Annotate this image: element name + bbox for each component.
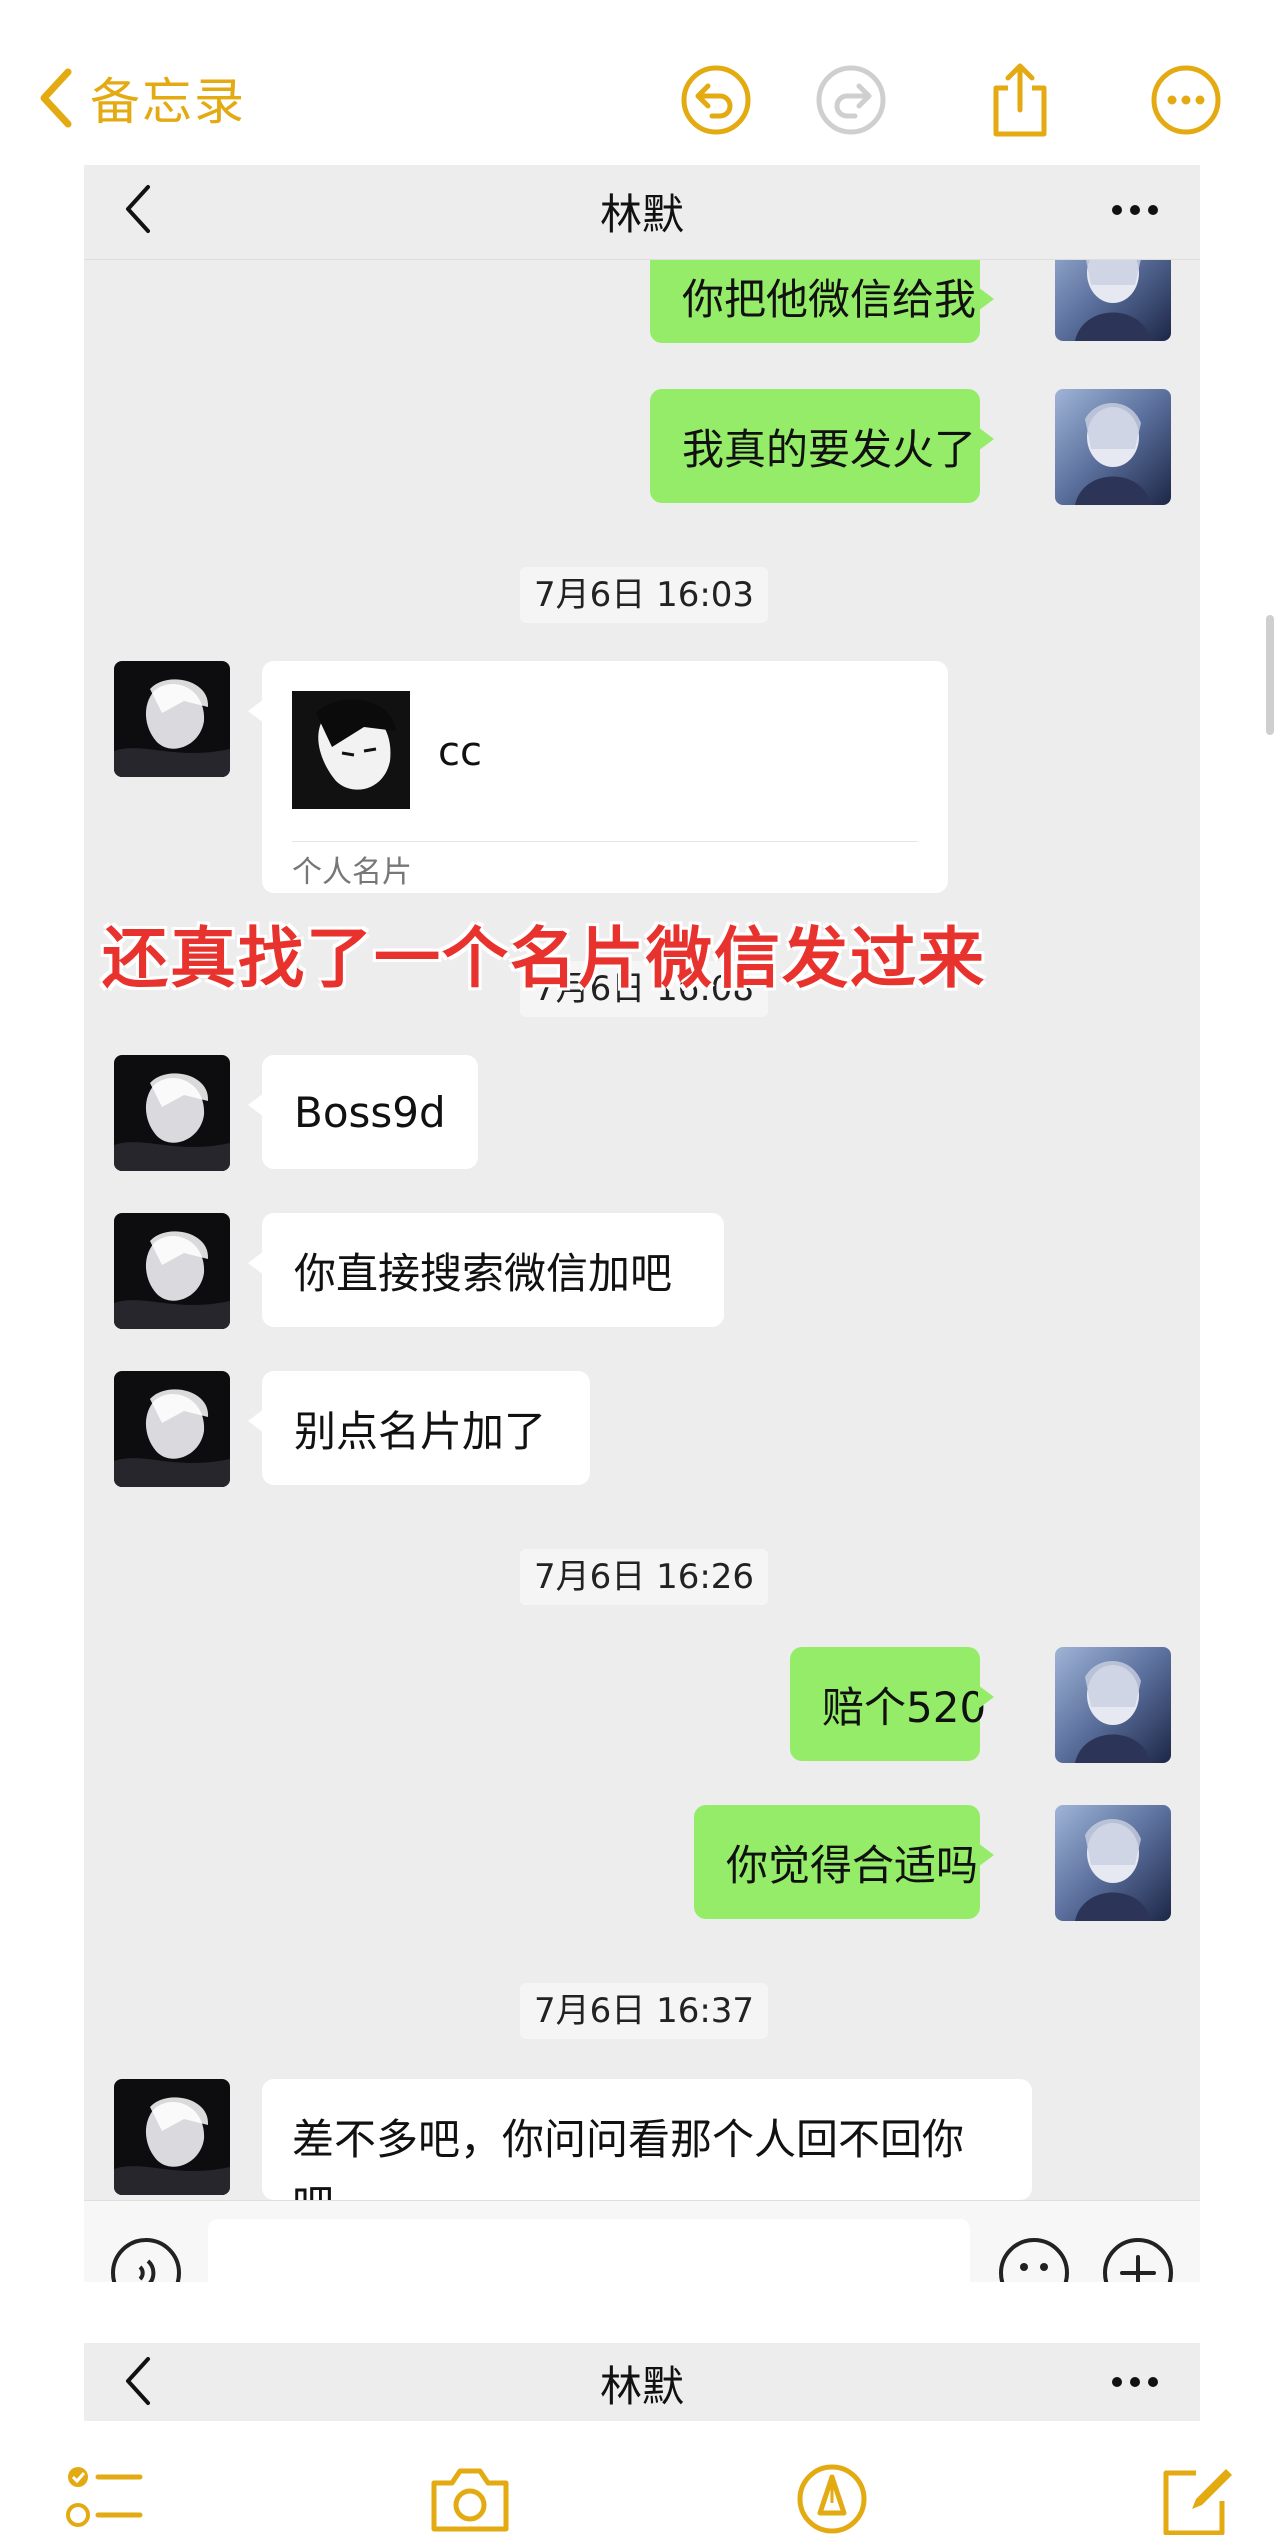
plus-icon[interactable]	[1102, 2237, 1174, 2282]
card-type-label: 个人名片	[292, 855, 412, 890]
chat-screenshot: 你把他微信给我 我真的要发火了 7月6日 16:03 cc 个人名片 7月6日 …	[84, 165, 1200, 2282]
contact-card[interactable]: cc 个人名片	[248, 661, 948, 893]
chat-title: 林默	[599, 2362, 684, 2411]
chat-input-bar	[84, 2200, 1200, 2282]
message-bubble-received: 差不多吧，你问问看那个人回不回你吧	[262, 2079, 1032, 2200]
message-bubble-received: 你直接搜索微信加吧	[248, 1213, 724, 1327]
more-circle-icon[interactable]	[1148, 62, 1224, 138]
message-text: 赔个520	[822, 1682, 987, 1732]
markup-pen-icon[interactable]	[796, 2463, 868, 2535]
avatar[interactable]	[1055, 389, 1171, 505]
message-text: 你把他微信给我	[682, 274, 977, 324]
message-bubble-received: Boss9d	[248, 1055, 478, 1169]
chat-header: 林默	[84, 165, 1200, 260]
message-text: 你直接搜索微信加吧	[294, 1248, 673, 1298]
message-text: Boss9d	[294, 1087, 446, 1137]
avatar[interactable]	[114, 661, 230, 777]
avatar[interactable]	[114, 1371, 230, 1487]
redo-icon[interactable]	[813, 62, 889, 138]
message-bubble-sent: 赔个520	[790, 1647, 994, 1761]
back-button[interactable]: 备忘录	[38, 62, 246, 134]
scrollbar-thumb[interactable]	[1266, 615, 1274, 735]
card-divider	[292, 841, 918, 842]
message-bubble-sent: 我真的要发火了	[650, 389, 994, 503]
notes-toolbar: 备忘录	[0, 0, 1284, 165]
emoji-icon[interactable]	[998, 2237, 1070, 2282]
camera-icon[interactable]	[428, 2463, 512, 2535]
card-avatar	[292, 691, 410, 809]
timestamp: 7月6日 16:37	[520, 1983, 769, 2039]
back-label: 备忘录	[90, 73, 246, 131]
voice-icon[interactable]	[110, 2237, 182, 2282]
message-text: 差不多吧，你问问看那个人回不回你吧	[292, 2115, 965, 2200]
avatar[interactable]	[1055, 1805, 1171, 1921]
avatar[interactable]	[114, 1213, 230, 1329]
message-text: 别点名片加了	[294, 1406, 547, 1456]
annotation-caption: 还真找了一个名片微信发过来	[102, 920, 986, 997]
compose-icon[interactable]	[1156, 2463, 1236, 2535]
timestamp: 7月6日 16:26	[520, 1549, 769, 1605]
more-dots-icon[interactable]	[1110, 2375, 1160, 2389]
more-dots-icon[interactable]	[1110, 203, 1160, 217]
share-icon[interactable]	[982, 62, 1058, 138]
message-bubble-sent: 你把他微信给我	[650, 249, 994, 343]
message-text: 我真的要发火了	[682, 424, 977, 474]
message-bubble-received: 别点名片加了	[248, 1371, 590, 1485]
timestamp: 7月6日 16:03	[520, 567, 769, 623]
notes-bottom-toolbar	[0, 2421, 1284, 2540]
avatar[interactable]	[1055, 1647, 1171, 1763]
chat-screenshot-2: 林默	[84, 2343, 1200, 2421]
message-bubble-sent: 你觉得合适吗	[694, 1805, 994, 1919]
message-text: 你觉得合适吗	[726, 1840, 979, 1890]
message-input[interactable]	[208, 2219, 970, 2282]
card-contact-name: cc	[438, 729, 482, 775]
avatar[interactable]	[114, 1055, 230, 1171]
avatar[interactable]	[114, 2079, 230, 2195]
chat-header: 林默	[84, 2343, 1200, 2421]
chevron-left-icon	[38, 68, 72, 128]
undo-icon[interactable]	[678, 62, 754, 138]
chat-title: 林默	[599, 190, 684, 239]
checklist-icon[interactable]	[64, 2463, 144, 2535]
